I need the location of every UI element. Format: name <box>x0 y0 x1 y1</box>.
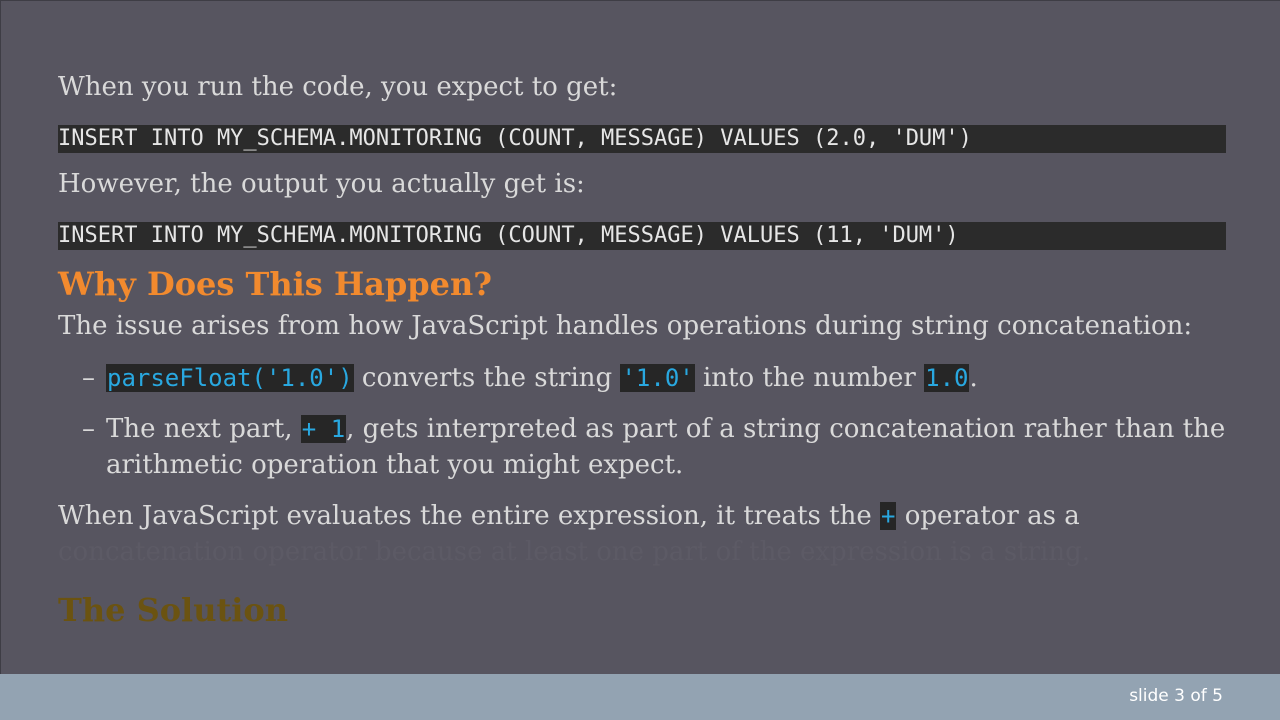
issue-text: The issue arises from how JavaScript han… <box>58 311 1193 341</box>
inline-code-number: 1.0 <box>924 364 970 392</box>
bullet-dash: – <box>82 363 95 393</box>
bullet-item-parsefloat: – parseFloat('1.0') converts the string … <box>58 360 1228 396</box>
bullet1-text-c: . <box>969 363 978 393</box>
evaluate-text-faded: concatenation operator because at least … <box>58 537 1091 567</box>
code-block-expected: INSERT INTO MY_SCHEMA.MONITORING (COUNT,… <box>58 125 1226 153</box>
slide-canvas: When you run the code, you expect to get… <box>0 0 1280 674</box>
bullet1-text-a: converts the string <box>353 363 621 393</box>
bullet-dash: – <box>82 414 95 444</box>
inline-code-string: '1.0' <box>620 364 695 392</box>
slide-counter: slide 3 of 5 <box>1129 686 1223 706</box>
bullet2-text-a: The next part, <box>106 414 301 444</box>
evaluate-text-b: operator as a <box>896 501 1080 531</box>
inline-code-plus: + <box>879 502 897 530</box>
bullet-item-plus-one: – The next part, + 1, gets interpreted a… <box>58 411 1228 483</box>
evaluate-text: When JavaScript evaluates the entire exp… <box>58 498 1228 534</box>
footer-bar: slide 3 of 5 <box>0 674 1280 720</box>
inline-code-plus-one: + 1 <box>300 415 347 443</box>
heading-why-does-this-happen: Why Does This Happen? <box>58 265 493 303</box>
intro-actual-text: However, the output you actually get is: <box>58 169 585 199</box>
bullet1-text-b: into the number <box>694 363 925 393</box>
intro-expected-text: When you run the code, you expect to get… <box>58 72 618 102</box>
inline-code-parsefloat: parseFloat('1.0') <box>106 364 354 392</box>
evaluate-text-a: When JavaScript evaluates the entire exp… <box>58 501 880 531</box>
explanation-bullets: – parseFloat('1.0') converts the string … <box>58 360 1228 483</box>
code-block-actual: INSERT INTO MY_SCHEMA.MONITORING (COUNT,… <box>58 222 1226 250</box>
heading-the-solution: The Solution <box>58 591 288 629</box>
slide-content: When you run the code, you expect to get… <box>58 69 1228 630</box>
